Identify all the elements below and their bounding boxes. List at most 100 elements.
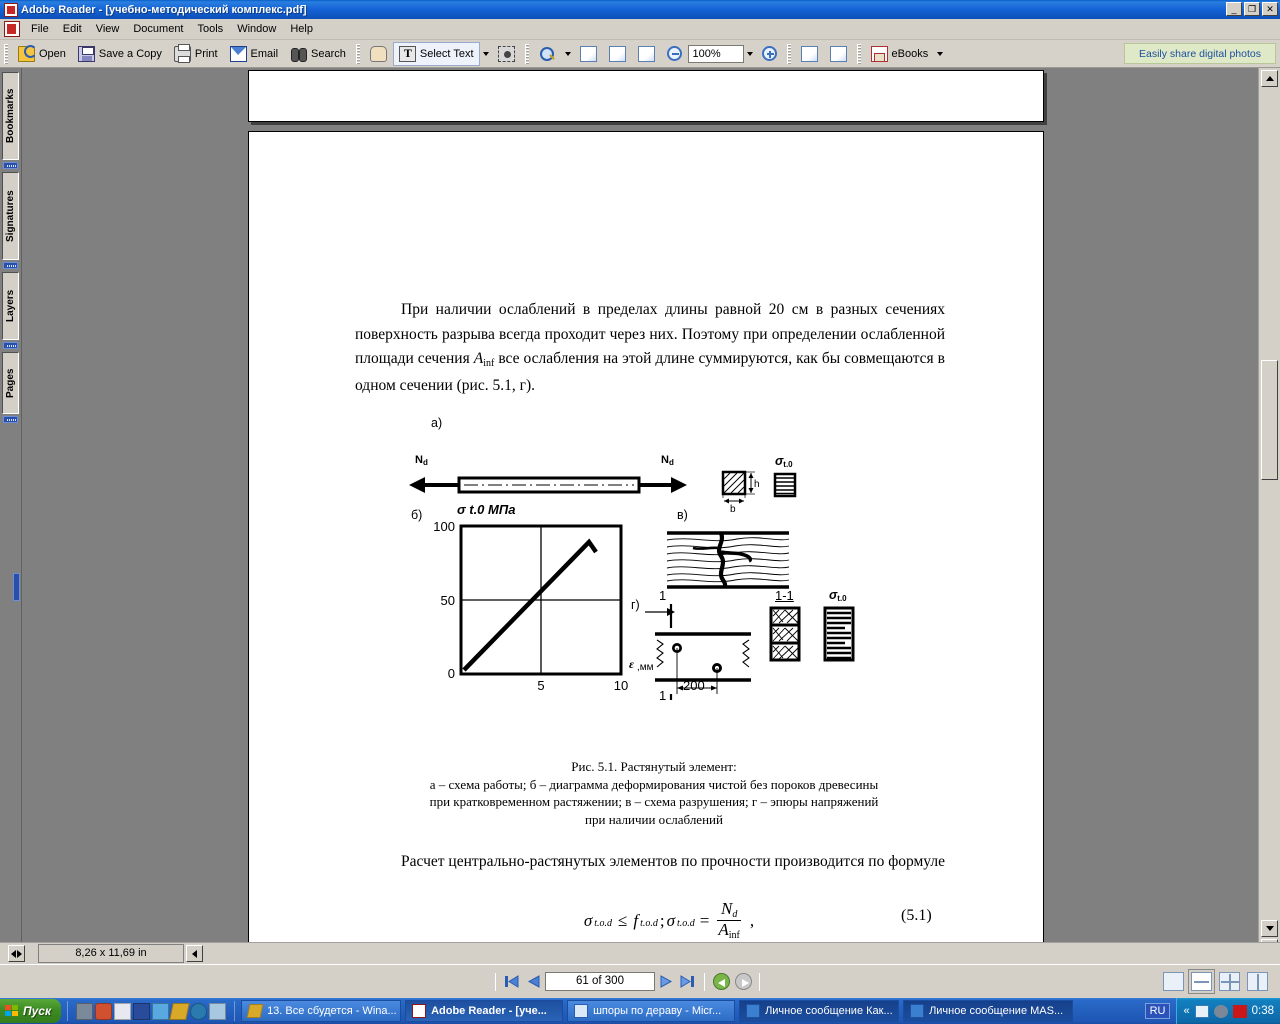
last-page-button[interactable] [677, 972, 699, 992]
snapshot-button[interactable] [492, 42, 521, 66]
signatures-grip[interactable] [3, 262, 18, 269]
media-player-icon[interactable] [95, 1002, 113, 1020]
kaspersky-icon[interactable] [1232, 1004, 1247, 1018]
zoom-tool-button[interactable] [533, 42, 562, 66]
show-desktop-icon[interactable] [76, 1002, 94, 1020]
zoom-dropdown-icon[interactable] [564, 51, 571, 56]
vertical-scroll-thumb[interactable] [1261, 360, 1278, 480]
eq-f: f [633, 910, 639, 930]
main-toolbar: Open Save a Copy Print Email Search Sele… [0, 40, 1280, 68]
bookmarks-grip[interactable] [3, 162, 18, 169]
sigma-g-sub: t.0 [837, 594, 847, 603]
facing-view-button[interactable] [1219, 972, 1240, 991]
menu-item-edit[interactable]: Edit [56, 20, 89, 38]
rotate-counterclockwise-button[interactable] [824, 42, 853, 66]
menu-item-view[interactable]: View [89, 20, 127, 38]
select-text-button[interactable]: Select Text [392, 41, 480, 66]
page-number-input[interactable]: 61 of 300 [545, 972, 655, 991]
zoom-in-button[interactable] [756, 42, 783, 66]
actual-size-button[interactable] [574, 42, 603, 66]
start-button[interactable]: Пуск [0, 999, 62, 1023]
fit-page-button[interactable] [603, 42, 632, 66]
task-item-word[interactable]: шпоры по дераву - Micr... [567, 1000, 736, 1022]
rotate-clockwise-button[interactable] [795, 42, 824, 66]
eq-semicolon: ; [659, 910, 665, 930]
promo-banner[interactable]: Easily share digital photos [1124, 43, 1276, 64]
first-page-button[interactable] [501, 972, 523, 992]
section-1-1-diagram [769, 606, 801, 662]
status-separator-3 [759, 972, 760, 991]
task-item-adobe-reader[interactable]: Adobe Reader - [уче... [405, 1000, 564, 1022]
continuous-facing-view-button[interactable] [1247, 972, 1268, 991]
paint-icon[interactable] [209, 1002, 227, 1020]
task-item-message-1[interactable]: Личное сообщение Как... [739, 1000, 900, 1022]
toolbar-grip-4[interactable] [786, 43, 791, 64]
previous-page-button[interactable] [523, 972, 545, 992]
task-item-winamp[interactable]: 13. Все сбудется - Wina... [241, 1000, 402, 1022]
clock[interactable]: 0:38 [1252, 1005, 1274, 1017]
email-button[interactable]: Email [224, 42, 285, 66]
svg-text:10: 10 [614, 678, 628, 693]
single-page-view-button[interactable] [1163, 972, 1184, 991]
winamp-xp-icon[interactable] [133, 1002, 151, 1020]
continuous-view-button[interactable] [1188, 969, 1215, 994]
task-item-message-2[interactable]: Личное сообщение MAS... [903, 1000, 1074, 1022]
zoom-out-button[interactable] [661, 42, 688, 66]
menu-item-tools[interactable]: Tools [191, 20, 231, 38]
sidebar-item-pages[interactable]: Pages [2, 352, 19, 414]
language-indicator[interactable]: RU [1144, 1003, 1171, 1019]
ebooks-button[interactable]: eBooks [865, 42, 935, 66]
volume-icon[interactable] [1213, 1004, 1228, 1018]
horizontal-scroll-right-button[interactable] [186, 945, 203, 962]
select-text-dropdown-icon[interactable] [482, 51, 489, 56]
save-a-copy-button[interactable]: Save a Copy [72, 42, 168, 66]
menu-item-file[interactable]: File [24, 20, 56, 38]
zoom-level-input[interactable]: 100% [687, 44, 744, 63]
zoom-level-dropdown-icon[interactable] [746, 51, 753, 56]
adobe-reader-window: Adobe Reader - [учебно-методический комп… [0, 0, 1280, 1024]
print-button[interactable]: Print [168, 42, 224, 66]
maximize-button[interactable]: ❐ [1244, 2, 1260, 16]
search-button[interactable]: Search [284, 42, 352, 66]
svg-text:50: 50 [441, 593, 455, 608]
fit-width-button[interactable] [632, 42, 661, 66]
document-vertical-scrollbar[interactable] [1258, 68, 1280, 958]
eq-numerator: Nd [716, 900, 742, 921]
hand-tool-button[interactable] [364, 42, 393, 66]
winamp-icon[interactable] [169, 1002, 190, 1020]
layers-grip[interactable] [3, 342, 18, 349]
taskbar-divider-1 [67, 1001, 69, 1021]
monitor-icon[interactable] [1194, 1004, 1209, 1018]
toolbar-grip[interactable] [4, 43, 8, 64]
chevron-right-icon [17, 949, 22, 958]
toolbar-grip-2[interactable] [355, 43, 360, 64]
sidebar-item-bookmarks[interactable]: Bookmarks [2, 72, 19, 160]
calculator-icon[interactable] [114, 1002, 132, 1020]
toolbar-grip-3[interactable] [524, 43, 529, 64]
menu-item-window[interactable]: Window [230, 20, 283, 38]
go-forward-button[interactable] [732, 972, 754, 992]
quicktime-icon[interactable] [190, 1002, 208, 1020]
horizontal-scroll-left-button[interactable] [8, 945, 25, 962]
sidebar-item-signatures[interactable]: Signatures [2, 172, 19, 260]
next-page-button[interactable] [655, 972, 677, 992]
toolbar-grip-5[interactable] [856, 43, 861, 64]
scroll-up-button[interactable] [1261, 70, 1278, 87]
scroll-down-button[interactable] [1261, 920, 1278, 937]
keyboard-icon[interactable] [152, 1002, 170, 1020]
document-viewport[interactable]: При наличии ослаблений в пределах длины … [22, 68, 1258, 958]
system-tray: « 0:38 [1176, 998, 1280, 1024]
tray-expand-icon[interactable]: « [1183, 1005, 1189, 1017]
pages-grip[interactable] [3, 416, 18, 423]
close-button[interactable]: ✕ [1262, 2, 1278, 16]
sidebar-item-layers[interactable]: Layers [2, 272, 19, 340]
sidebar-splitter-handle[interactable] [13, 573, 20, 601]
menu-item-help[interactable]: Help [283, 20, 320, 38]
go-back-button[interactable] [710, 972, 732, 992]
ebooks-dropdown-icon[interactable] [937, 51, 944, 56]
minimize-button[interactable]: _ [1226, 2, 1242, 16]
sigma-label-a: σt.0 [775, 454, 793, 469]
go-back-icon [712, 973, 730, 990]
open-button[interactable]: Open [12, 42, 72, 66]
menu-item-document[interactable]: Document [126, 20, 190, 38]
